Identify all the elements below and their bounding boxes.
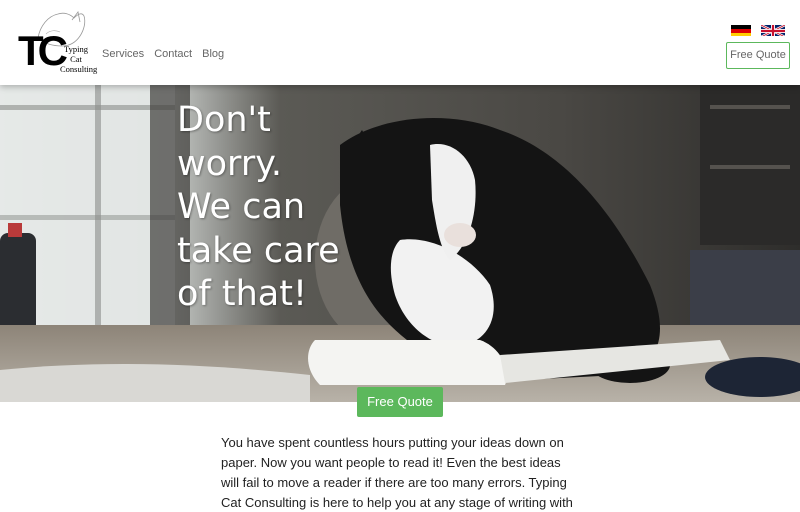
logo[interactable]: TC Typing Cat Consulting <box>18 8 98 78</box>
language-switcher <box>731 24 785 36</box>
intro-paragraph: You have spent countless hours putting y… <box>221 435 573 510</box>
nav-services[interactable]: Services <box>102 48 144 60</box>
nav-contact[interactable]: Contact <box>154 48 192 60</box>
logo-subtitle: Typing Cat Consulting <box>60 44 98 74</box>
hero-headline: Don't worry. We can take care of that! <box>177 100 340 314</box>
hero-banner: Don't worry. We can take care of that! <box>0 85 800 402</box>
free-quote-button-hero[interactable]: Free Quote <box>357 387 443 417</box>
main-nav: Services Contact Blog <box>102 48 224 60</box>
german-flag-icon[interactable] <box>731 24 751 36</box>
hero-cat-photo <box>0 85 800 402</box>
uk-flag-icon[interactable] <box>761 24 785 36</box>
logo-initials: TC <box>18 27 68 74</box>
nav-blog[interactable]: Blog <box>202 48 224 60</box>
site-header: TC Typing Cat Consulting Services Contac… <box>0 0 800 85</box>
free-quote-button-header[interactable]: Free Quote <box>726 42 790 69</box>
